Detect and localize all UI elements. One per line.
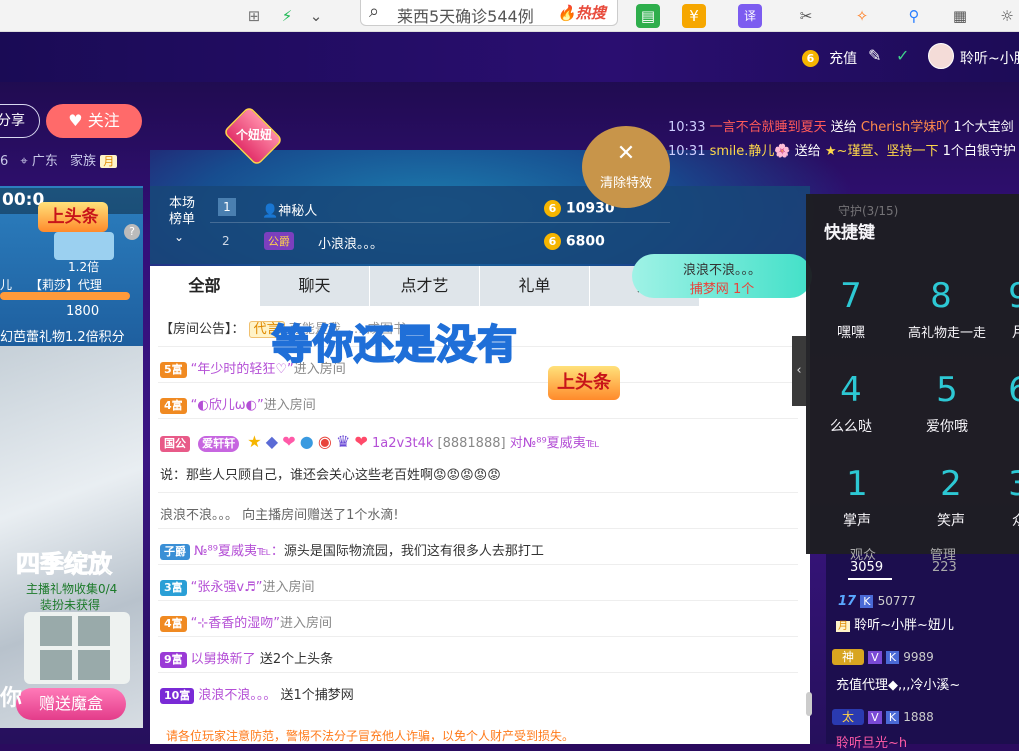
- wealth-icon: ◉: [317, 432, 332, 451]
- recharge-link[interactable]: 6 充值: [802, 48, 857, 68]
- follow-button[interactable]: ♥ 关注: [46, 104, 142, 138]
- heart-badge-icon: ❤: [282, 432, 296, 451]
- shortcut-item[interactable]: 5 爱你哦: [914, 364, 980, 448]
- shortcut-item[interactable]: 4 么么哒: [818, 364, 884, 448]
- v-icon: V: [868, 651, 882, 664]
- scissors-icon[interactable]: ✂: [794, 4, 818, 28]
- chevron-down-icon[interactable]: ⌄: [304, 4, 328, 28]
- shortcut-item[interactable]: 1 掌声: [824, 458, 890, 542]
- shortcut-item[interactable]: 9月: [986, 270, 1019, 354]
- check-icon[interactable]: ✓: [896, 46, 909, 65]
- medal-icon: ◆: [265, 432, 279, 451]
- lightning-icon[interactable]: ⚡: [275, 4, 299, 28]
- left-preview-panel: 00:0 上头条 ? 1.2倍 儿 【莉莎】代理 1800 幻芭蕾礼物1.2倍积…: [0, 186, 143, 728]
- love-icon: ❤: [354, 432, 368, 451]
- share-button[interactable]: 分享: [0, 104, 40, 138]
- coin-icon: 6: [544, 233, 561, 250]
- coin-icon: 6: [544, 200, 561, 217]
- chat-row: 10富 浪浪不浪。。。 送1个捕梦网: [160, 684, 354, 704]
- gem-icon: ●: [299, 432, 314, 451]
- viewer-item[interactable]: 神 V K 9989: [832, 648, 934, 665]
- tab-gifts[interactable]: 礼单: [480, 266, 590, 306]
- gift-feed-item: 10:31 smile.静儿🌸 送给 ★~瑾萱、坚持一下 1个白银守护: [668, 144, 1016, 159]
- user-name[interactable]: 聆听~小胖: [960, 48, 1019, 68]
- gift-collection-grid: [24, 612, 130, 684]
- book-icon[interactable]: ▤: [636, 4, 660, 28]
- tab-chat[interactable]: 聊天: [260, 266, 370, 306]
- headline-badge[interactable]: 上头条: [38, 202, 108, 232]
- magnifier-icon[interactable]: ⚲: [902, 4, 926, 28]
- wing-icon: ♛: [335, 432, 351, 451]
- ranking-panel: 本场榜单 ⌄ 1 👤神秘人 6 10930 2 公爵 小浪浪。。。 6 6800: [150, 186, 810, 264]
- game-icon[interactable]: ✧: [850, 4, 874, 28]
- shortcut-item[interactable]: 8 高礼物走一走: [908, 270, 986, 354]
- shortcut-panel: 快捷键 守护(3/15) ‹ 7嘿嘿 8高礼物走一走 9月 4么么哒 5爱你哦 …: [792, 194, 1019, 554]
- search-query: 莱西5天确诊544例: [397, 7, 534, 26]
- hot-label: 🔥热搜: [557, 4, 606, 22]
- browser-search-box[interactable]: ⌕ 莱西5天确诊544例 🔥热搜: [360, 0, 618, 26]
- gift-feed-item: 10:33 一言不合就睡到夏天 送给 Cherish学妹吖 1个大宝剑: [668, 120, 1014, 135]
- shortcut-title: 快捷键: [824, 223, 875, 243]
- viewer-item[interactable]: 17 K 50777: [838, 594, 916, 609]
- rank-badge: 公爵: [264, 232, 294, 250]
- apps-icon[interactable]: ▦: [948, 4, 972, 28]
- anchor-badge: 个妞妞: [235, 128, 272, 142]
- anchor-info: 6 ⌖ 广东 家族 月: [0, 150, 118, 169]
- heart-icon: ♥: [68, 111, 83, 130]
- k-icon: K: [885, 711, 900, 724]
- location-icon: ⌖: [20, 154, 28, 169]
- tab-all[interactable]: 全部: [150, 266, 260, 306]
- v-icon: V: [868, 711, 882, 724]
- browser-toolbar: ⊞ ⚡ ⌄ ⌕ 莱西5天确诊544例 🔥热搜 ▤ ¥ 译 ✂ ✧ ⚲ ▦ ☼: [0, 0, 1019, 32]
- close-icon: ✕: [616, 141, 636, 166]
- gift-popup: 浪浪不浪。。。 捕梦网 1个: [632, 254, 812, 298]
- danmaku-text: 等你还是没有: [271, 321, 518, 369]
- gift-feed: 10:33 一言不合就睡到夏天 送给 Cherish学妹吖 1个大宝剑 10:3…: [668, 116, 1016, 164]
- ranking-title: 本场榜单: [168, 196, 195, 227]
- shortcut-item[interactable]: 3众: [986, 458, 1019, 542]
- translate-icon[interactable]: 译: [738, 4, 762, 28]
- progress-bar: [0, 292, 130, 300]
- top-user-bar: 6 充值 ✎ ✓ 聆听~小胖: [0, 32, 1019, 82]
- chat-row: 子爵 №⁸⁹夏威夷℡：源头是国际物流园，我们这有很多人去那打工: [160, 540, 544, 560]
- shortcut-item[interactable]: 7 嘿嘿: [818, 270, 884, 354]
- chat-row: 4富 “◐欣儿ω◐”进入房间: [160, 394, 316, 414]
- chat-row: 浪浪不浪。。。 向主播房间赠送了1个水滴!: [160, 508, 399, 523]
- chat-scrollbar[interactable]: [806, 692, 812, 716]
- clear-effects-button[interactable]: ✕ 清除特效: [582, 126, 670, 208]
- settings-icon[interactable]: ☼: [995, 4, 1019, 28]
- mystery-icon: 👤: [262, 204, 279, 219]
- grid-icon[interactable]: ⊞: [242, 4, 266, 28]
- headline-float-badge: 上头条: [548, 366, 620, 400]
- gift-image: [54, 232, 114, 260]
- k-icon: K: [860, 595, 874, 608]
- chat-row: 9富 以舅换新了 送2个上头条: [160, 648, 333, 668]
- shortcut-item[interactable]: 6: [986, 364, 1019, 448]
- rank-name[interactable]: 👤神秘人: [262, 200, 317, 219]
- coin-icon: 6: [802, 49, 819, 67]
- viewer-item[interactable]: 太 V K 1888: [832, 708, 934, 725]
- search-icon: ⌕: [369, 1, 380, 22]
- chat-row: 国公 爱轩轩 ★ ◆ ❤ ● ◉ ♛ ❤ 1a2v3t4k [8881888] …: [160, 432, 600, 452]
- edit-icon[interactable]: ✎: [868, 46, 881, 65]
- k-icon: K: [885, 651, 900, 664]
- shortcut-item[interactable]: 2 笑声: [918, 458, 984, 542]
- help-icon[interactable]: ?: [124, 224, 140, 240]
- chat-row: 4富 “⊹香香的湿吻”进入房间: [160, 612, 332, 632]
- shield-icon[interactable]: ¥: [682, 4, 706, 28]
- gift-box-button[interactable]: 赠送魔盒: [16, 688, 126, 720]
- warning-notice: 请各位玩家注意防范，警惕不法分子冒充他人诈骗，以免个人财产受到损失。: [150, 724, 810, 744]
- chat-message: 说：那些人只顾自己，谁还会关心这些老百姓啊😡😡😡😡😡: [160, 468, 501, 483]
- chevron-left-icon[interactable]: ‹: [792, 336, 806, 406]
- rank-name[interactable]: 小浪浪。。。: [318, 233, 383, 252]
- chevron-down-icon[interactable]: ⌄: [174, 230, 184, 244]
- avatar[interactable]: [928, 43, 954, 69]
- tab-talent[interactable]: 点才艺: [370, 266, 480, 306]
- crown-icon: ★: [247, 432, 262, 451]
- viewer-panel: 观众 3059 管理 223 17 K 50777 月 聆听~小胖~妞儿 神 V…: [826, 548, 1019, 751]
- season-title: 四季绽放: [16, 550, 113, 579]
- chat-row: 3富 “张永强v♬”进入房间: [160, 576, 315, 596]
